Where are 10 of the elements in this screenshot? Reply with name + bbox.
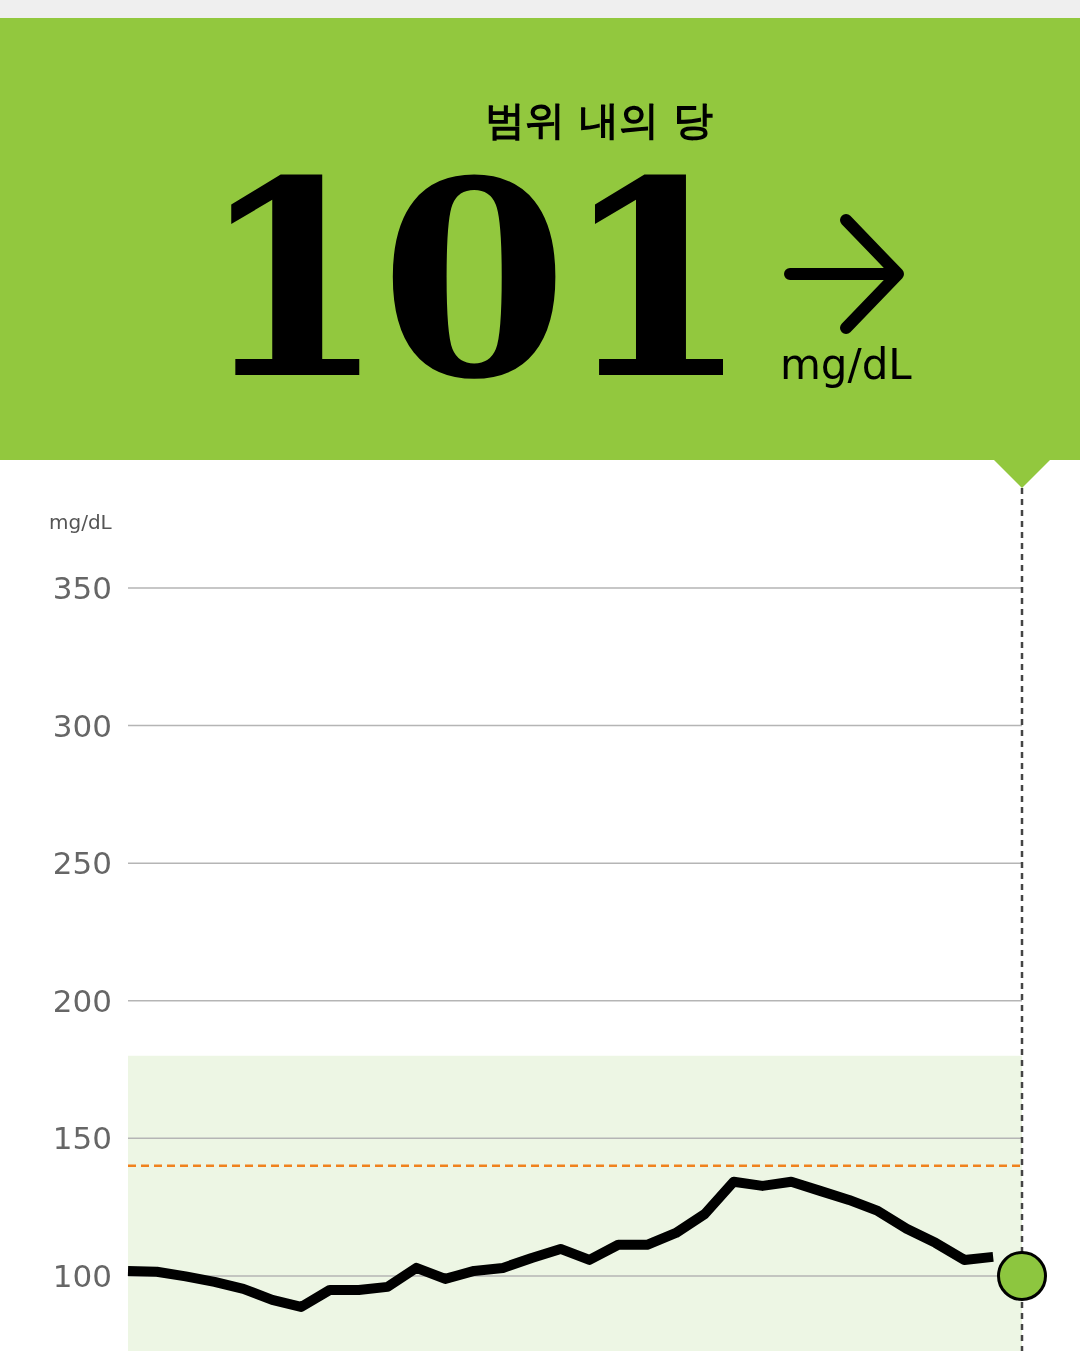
y-tick-label: 150 (52, 1120, 112, 1157)
unit-label: mg/dL (779, 344, 912, 386)
status-title: 범위 내의 당 (484, 100, 713, 140)
y-tick-label: 300 (52, 707, 112, 744)
y-tick-label: 250 (52, 845, 112, 882)
y-tick-label: 200 (52, 982, 112, 1019)
y-axis-unit: mg/dL (49, 510, 112, 534)
glucose-value: 101 (198, 170, 744, 390)
y-tick-label: 350 (52, 570, 112, 606)
y-tick-label: 100 (52, 1257, 112, 1294)
